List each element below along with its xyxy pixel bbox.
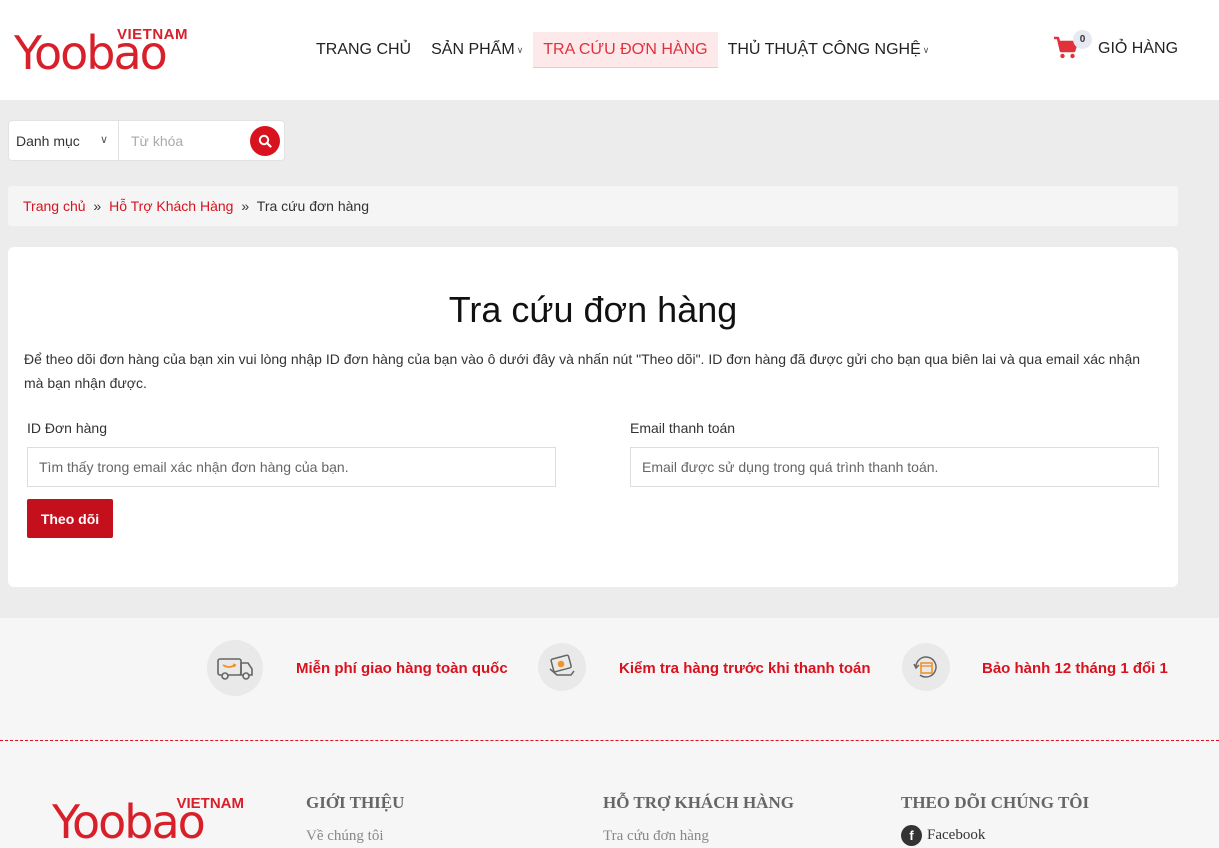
track-button[interactable]: Theo dõi xyxy=(27,499,113,538)
order-id-field[interactable] xyxy=(27,447,556,487)
billing-email-field[interactable] xyxy=(630,447,1159,487)
breadcrumb-separator: » xyxy=(241,198,250,214)
nav-item-home[interactable]: TRANG CHỦ xyxy=(306,32,421,68)
tracking-description: Để theo dõi đơn hàng của bạn xin vui lòn… xyxy=(24,351,1141,391)
main-nav: TRANG CHỦ SẢN PHẨM ∨ TRA CỨU ĐƠN HÀNG TH… xyxy=(306,32,939,68)
site-header: VIETNAM Yoobao TRANG CHỦ SẢN PHẨM ∨ TRA … xyxy=(0,0,1219,100)
breadcrumb-separator: » xyxy=(93,198,102,214)
feature-warranty: Bảo hành 12 tháng 1 đổi 1 xyxy=(982,660,1168,677)
footer-follow-title: THEO DÕI CHÚNG TÔI xyxy=(901,793,1090,812)
nav-item-products[interactable]: SẢN PHẨM ∨ xyxy=(421,32,533,68)
order-tracking-card: Tra cứu đơn hàng Để theo dõi đơn hàng củ… xyxy=(8,247,1178,587)
brand-logo-word: Yoobao xyxy=(14,26,168,80)
search-button[interactable] xyxy=(250,126,280,156)
order-id-label: ID Đơn hàng xyxy=(27,420,108,436)
breadcrumb-support[interactable]: Hỗ Trợ Khách Hàng xyxy=(109,198,233,214)
footer-logo[interactable]: VIETNAM Yoobao xyxy=(52,795,252,848)
category-select[interactable]: Danh mục ∨ xyxy=(9,121,119,160)
search-input[interactable] xyxy=(121,121,251,160)
nav-item-tech-tips[interactable]: THỦ THUẬT CÔNG NGHỆ ∨ xyxy=(718,32,940,68)
category-select-value: Danh mục xyxy=(16,133,80,149)
footer-order-tracking-link[interactable]: Tra cứu đơn hàng xyxy=(603,828,709,845)
facebook-link[interactable]: f Facebook xyxy=(901,825,985,846)
nav-item-label: TRA CỨU ĐƠN HÀNG xyxy=(543,40,708,58)
box-return-icon xyxy=(902,643,950,691)
chevron-down-icon: ∨ xyxy=(922,44,930,55)
footer-about-title: GIỚI THIỆU xyxy=(306,793,405,812)
features-strip: Miễn phí giao hàng toàn quốc Kiểm tra hà… xyxy=(0,618,1219,740)
site-footer: VIETNAM Yoobao GIỚI THIỆU Về chúng tôi H… xyxy=(0,741,1219,848)
search-icon xyxy=(258,134,272,148)
page-title: Tra cứu đơn hàng xyxy=(448,289,738,330)
chevron-down-icon: ∨ xyxy=(516,44,524,55)
facebook-icon: f xyxy=(901,825,922,846)
cart-label[interactable]: GIỎ HÀNG xyxy=(1098,40,1178,58)
breadcrumb-home[interactable]: Trang chủ xyxy=(23,198,86,214)
money-icon xyxy=(538,643,586,691)
nav-item-label: TRANG CHỦ xyxy=(316,41,412,58)
brand-logo[interactable]: VIETNAM Yoobao xyxy=(14,26,194,76)
chevron-down-icon: ∨ xyxy=(99,134,108,146)
footer-support-title: HỖ TRỢ KHÁCH HÀNG xyxy=(603,793,794,812)
search-bar: Danh mục ∨ xyxy=(8,120,285,161)
breadcrumb-current: Tra cứu đơn hàng xyxy=(256,198,369,214)
nav-item-label: SẢN PHẨM xyxy=(431,41,515,58)
nav-item-label: THỦ THUẬT CÔNG NGHỆ xyxy=(727,41,921,58)
billing-email-label: Email thanh toán xyxy=(630,420,736,436)
feature-free-shipping: Miễn phí giao hàng toàn quốc xyxy=(296,660,508,677)
cart-count-badge: 0 xyxy=(1073,30,1092,49)
breadcrumb: Trang chủ » Hỗ Trợ Khách Hàng » Tra cứu … xyxy=(8,186,1178,226)
nav-item-order-tracking[interactable]: TRA CỨU ĐƠN HÀNG xyxy=(533,32,718,68)
footer-about-link[interactable]: Về chúng tôi xyxy=(306,828,383,845)
footer-logo-word: Yoobao xyxy=(52,795,206,848)
feature-check-before-pay: Kiểm tra hàng trước khi thanh toán xyxy=(619,660,871,677)
facebook-label: Facebook xyxy=(927,827,986,843)
truck-icon xyxy=(207,640,263,696)
